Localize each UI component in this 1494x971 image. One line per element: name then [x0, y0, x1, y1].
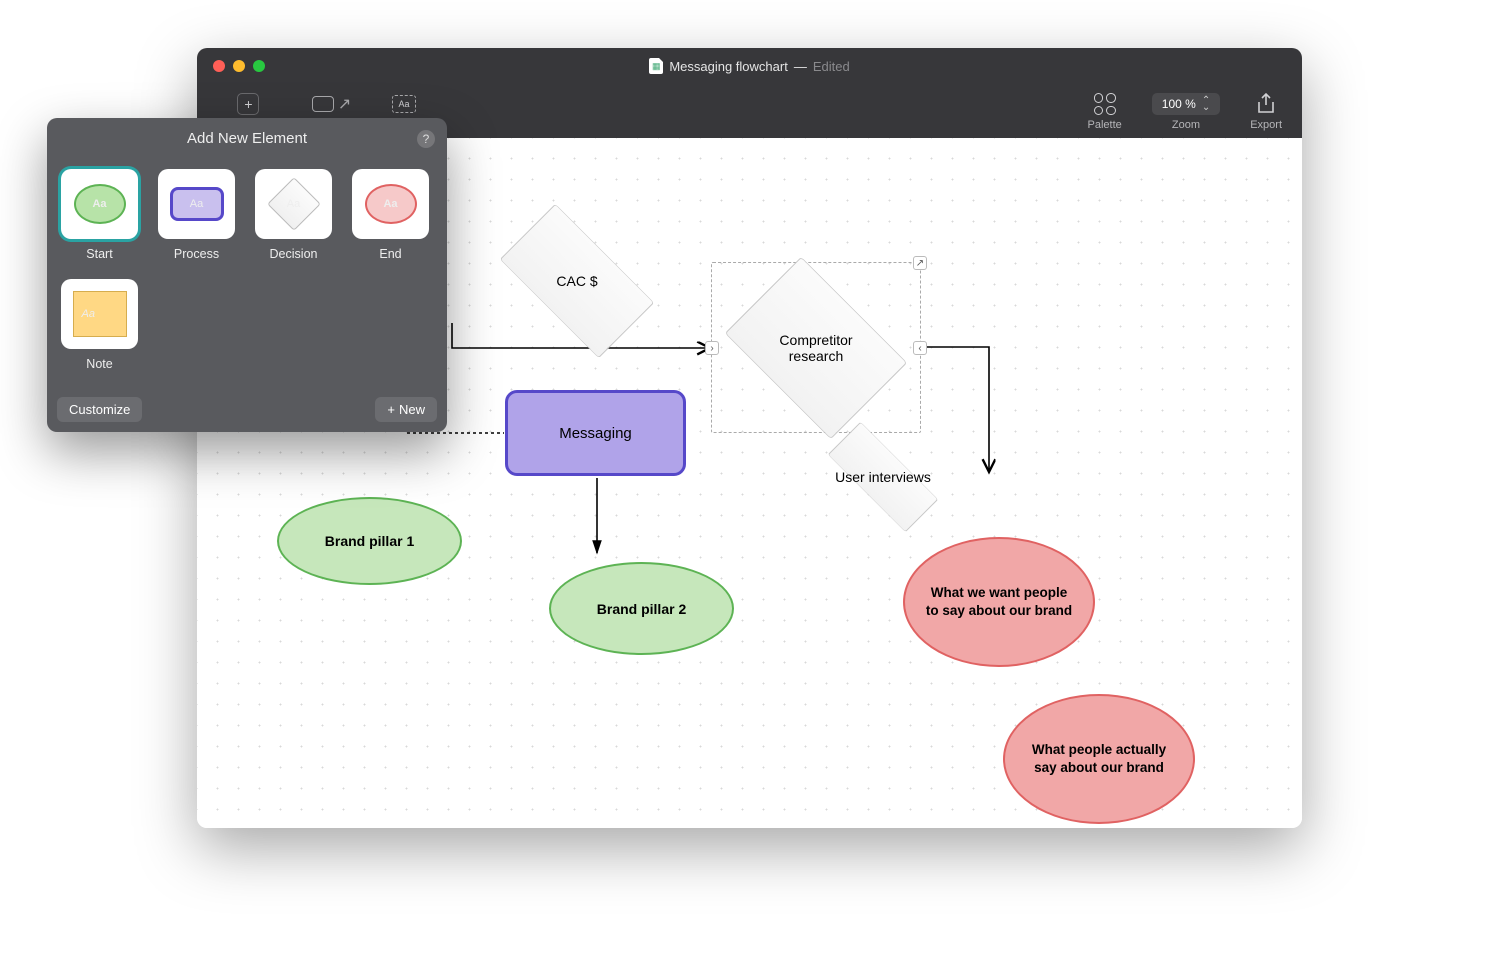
node-user-interviews[interactable]: User interviews — [798, 437, 968, 517]
node-what-people-say[interactable]: What people actually say about our brand — [1003, 694, 1195, 824]
fullscreen-window-button[interactable] — [253, 60, 265, 72]
element-end-label: End — [379, 247, 401, 261]
minimize-window-button[interactable] — [233, 60, 245, 72]
title-separator: — — [794, 59, 807, 74]
palette-label: Palette — [1088, 119, 1122, 131]
node-cac-label: CAC $ — [507, 211, 647, 351]
zoom-label: Zoom — [1172, 119, 1200, 131]
customize-button[interactable]: Customize — [57, 397, 142, 422]
end-shape-icon: Aa — [365, 184, 417, 224]
popover-header: Add New Element ? — [47, 118, 447, 159]
node-brand-pillar-2[interactable]: Brand pillar 2 — [549, 562, 734, 655]
start-shape-icon: Aa — [74, 184, 126, 224]
popover-title: Add New Element — [187, 130, 307, 147]
popover-footer: Customize + New — [47, 389, 447, 432]
plus-icon: + — [387, 402, 395, 417]
rename-icon: Aa — [392, 95, 416, 113]
node-pillar1-label: Brand pillar 1 — [325, 533, 414, 549]
element-process-label: Process — [174, 247, 219, 261]
process-shape-icon: Aa — [170, 187, 224, 221]
window-title-group: ▦ Messaging flowchart — Edited — [197, 58, 1302, 74]
node-messaging-label: Messaging — [559, 425, 632, 442]
add-element-popover: Add New Element ? Aa Start Aa Process Aa… — [47, 118, 447, 432]
node-want-label: What we want people to say about our bra… — [923, 584, 1075, 620]
export-button[interactable]: Export — [1250, 91, 1282, 131]
document-icon: ▦ — [649, 58, 663, 74]
shape-rect-icon — [312, 96, 334, 112]
node-brand-pillar-1[interactable]: Brand pillar 1 — [277, 497, 462, 585]
element-start-label: Start — [86, 247, 112, 261]
document-status: Edited — [813, 59, 850, 74]
titlebar: ▦ Messaging flowchart — Edited — [197, 48, 1302, 84]
arrow-icon: ↗ — [338, 94, 351, 114]
element-note[interactable]: Aa Note — [61, 279, 138, 371]
element-end[interactable]: Aa End — [352, 169, 429, 261]
node-what-we-want[interactable]: What we want people to say about our bra… — [903, 537, 1095, 667]
node-actual-label: What people actually say about our brand — [1023, 741, 1175, 777]
palette-button[interactable]: Palette — [1088, 91, 1122, 131]
palette-icon — [1094, 93, 1116, 115]
element-start[interactable]: Aa Start — [61, 169, 138, 261]
node-competitor-research[interactable]: Compretitor research — [741, 273, 891, 423]
selection-handle-top-right[interactable]: ↗ — [913, 256, 927, 270]
traffic-lights — [213, 60, 265, 72]
element-decision[interactable]: Aa Decision — [255, 169, 332, 261]
element-note-label: Note — [86, 357, 112, 371]
node-messaging[interactable]: Messaging — [505, 390, 686, 476]
element-process[interactable]: Aa Process — [158, 169, 235, 261]
help-button[interactable]: ? — [417, 130, 435, 148]
node-pillar2-label: Brand pillar 2 — [597, 601, 686, 617]
zoom-control[interactable]: 100 % ⌃⌄ Zoom — [1152, 91, 1220, 131]
new-label: New — [399, 402, 425, 417]
close-window-button[interactable] — [213, 60, 225, 72]
node-user-interviews-label: User interviews — [798, 437, 968, 517]
zoom-value: 100 % — [1162, 97, 1196, 111]
selection-handle-right[interactable]: ‹ — [913, 341, 927, 355]
node-cac[interactable]: CAC $ — [507, 211, 647, 351]
element-grid: Aa Start Aa Process Aa Decision Aa End A… — [47, 159, 447, 389]
node-competitor-label: Compretitor research — [741, 273, 891, 423]
share-icon — [1256, 91, 1276, 117]
plus-icon: + — [237, 93, 259, 115]
new-element-button[interactable]: + New — [375, 397, 437, 422]
export-label: Export — [1250, 119, 1282, 131]
document-title: Messaging flowchart — [669, 59, 788, 74]
selection-handle-left[interactable]: › — [705, 341, 719, 355]
element-decision-label: Decision — [270, 247, 318, 261]
zoom-stepper-icon: ⌃⌄ — [1202, 97, 1210, 111]
decision-sample-label: Aa — [287, 198, 300, 210]
note-shape-icon: Aa — [73, 291, 127, 337]
customize-label: Customize — [69, 402, 130, 417]
